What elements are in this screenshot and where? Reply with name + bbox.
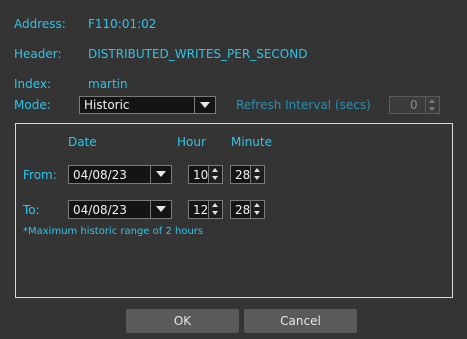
address-value: F110:01:02 [88,17,157,31]
refresh-interval-value: 0 [410,98,418,112]
arrow-down-icon [429,107,435,111]
mode-label: Mode: [14,98,51,112]
mode-select-value: Historic [84,98,130,112]
refresh-interval-label: Refresh Interval (secs) [236,98,371,112]
date-column-header: Date [68,135,97,149]
from-minute-value: 28 [235,168,251,182]
refresh-interval-spinbox[interactable]: 0 [389,96,440,114]
arrow-down-icon [254,176,260,180]
chevron-down-icon [156,171,166,177]
to-date-value: 04/08/23 [73,203,127,217]
to-minute-value: 28 [235,203,251,217]
from-label: From: [23,168,57,182]
from-hour-value: 10 [193,168,209,182]
index-label: Index: [14,77,52,91]
from-date-dropdown-button[interactable] [150,166,171,183]
to-date-select[interactable]: 04/08/23 [68,200,172,219]
address-label: Address: [14,17,66,31]
max-range-note: *Maximum historic range of 2 hours [23,226,204,237]
refresh-interval-stepper[interactable] [425,97,439,113]
from-minute-spinbox[interactable]: 28 [230,165,265,184]
mode-dropdown-button[interactable] [194,97,215,113]
arrow-up-icon [429,99,435,103]
to-hour-stepper[interactable] [208,201,222,218]
header-value: DISTRIBUTED_WRITES_PER_SECOND [88,47,308,61]
to-hour-spinbox[interactable]: 12 [188,200,223,219]
chevron-down-icon [200,102,210,108]
arrow-down-icon [254,211,260,215]
from-hour-stepper[interactable] [208,166,222,183]
arrow-down-icon [212,176,218,180]
header-label: Header: [14,47,62,61]
to-date-dropdown-button[interactable] [150,201,171,218]
arrow-up-icon [212,168,218,172]
to-label: To: [23,203,40,217]
index-value: martin [88,77,128,91]
to-minute-stepper[interactable] [250,201,264,218]
from-date-value: 04/08/23 [73,168,127,182]
cancel-button[interactable]: Cancel [244,309,357,333]
arrow-up-icon [254,203,260,207]
from-minute-stepper[interactable] [250,166,264,183]
minute-column-header: Minute [231,135,272,149]
arrow-up-icon [254,168,260,172]
chevron-down-icon [156,206,166,212]
to-hour-value: 12 [193,203,209,217]
from-date-select[interactable]: 04/08/23 [68,165,172,184]
hour-column-header: Hour [177,135,206,149]
to-minute-spinbox[interactable]: 28 [230,200,265,219]
ok-button[interactable]: OK [126,309,239,333]
arrow-down-icon [212,211,218,215]
from-hour-spinbox[interactable]: 10 [188,165,223,184]
mode-select[interactable]: Historic [79,96,216,114]
arrow-up-icon [212,203,218,207]
